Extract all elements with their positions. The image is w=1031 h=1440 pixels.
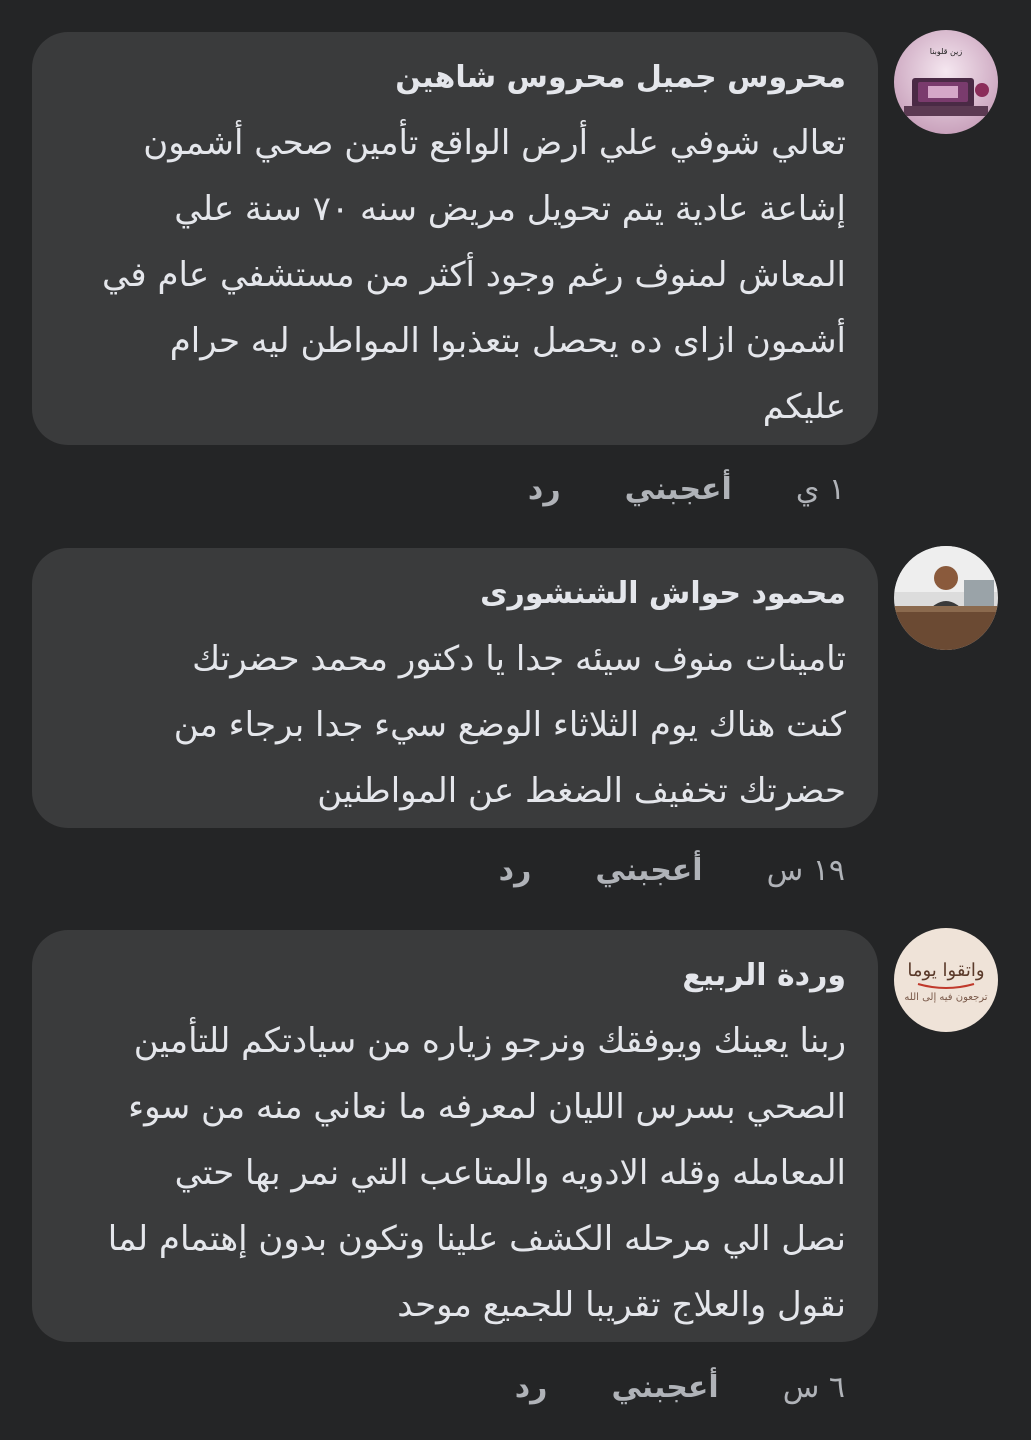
comment-author[interactable]: محروس جميل محروس شاهين [72,58,846,98]
comment-timestamp[interactable]: ١ ي [796,472,845,507]
like-button[interactable]: أعجبني [611,1370,718,1405]
comment-bubble: محروس جميل محروس شاهين تعالي شوفي علي أر… [32,32,878,445]
comment-text: تامينات منوف سيئه جدا يا دكتور محمد حضرت… [173,639,846,811]
comment-text: ربنا يعينك ويوفقك ونرجو زياره من سيادتكم… [107,1021,846,1325]
commenter-avatar[interactable]: واتقوا يوما ترجعون فيه إلى الله [894,928,998,1032]
comment-bubble: وردة الربيع ربنا يعينك ويوفقك ونرجو زيار… [32,930,878,1342]
comment-actions: ١ ي أعجبني رد [528,472,845,507]
avatar-caption: واتقوا يوما [907,960,984,981]
comment-actions: ٦ س أعجبني رد [515,1370,845,1405]
reply-button[interactable]: رد [515,1370,548,1405]
comment-timestamp[interactable]: ١٩ س [767,853,845,888]
like-button[interactable]: أعجبني [595,853,702,888]
comment-actions: ١٩ س أعجبني رد [499,853,845,888]
comment-author[interactable]: وردة الربيع [72,956,846,996]
person-at-desk-avatar-icon [894,546,998,650]
reply-button[interactable]: رد [528,472,561,507]
comment-author[interactable]: محمود حواش الشنشورى [72,574,846,614]
comment-text: تعالي شوفي علي أرض الواقع تأمين صحي أشمو… [102,123,846,427]
avatar-caption: زين قلوبنا [930,47,963,56]
commenter-avatar[interactable] [894,546,998,650]
commenter-avatar[interactable]: زين قلوبنا [894,30,998,134]
like-button[interactable]: أعجبني [625,472,732,507]
quran-book-avatar-icon: زين قلوبنا [894,30,998,134]
calligraphy-avatar-icon: واتقوا يوما ترجعون فيه إلى الله [894,928,998,1032]
comment-bubble: محمود حواش الشنشورى تامينات منوف سيئه جد… [32,548,878,828]
comment-timestamp[interactable]: ٦ س [783,1370,845,1405]
svg-text:ترجعون فيه إلى الله: ترجعون فيه إلى الله [904,992,987,1003]
reply-button[interactable]: رد [499,853,532,888]
